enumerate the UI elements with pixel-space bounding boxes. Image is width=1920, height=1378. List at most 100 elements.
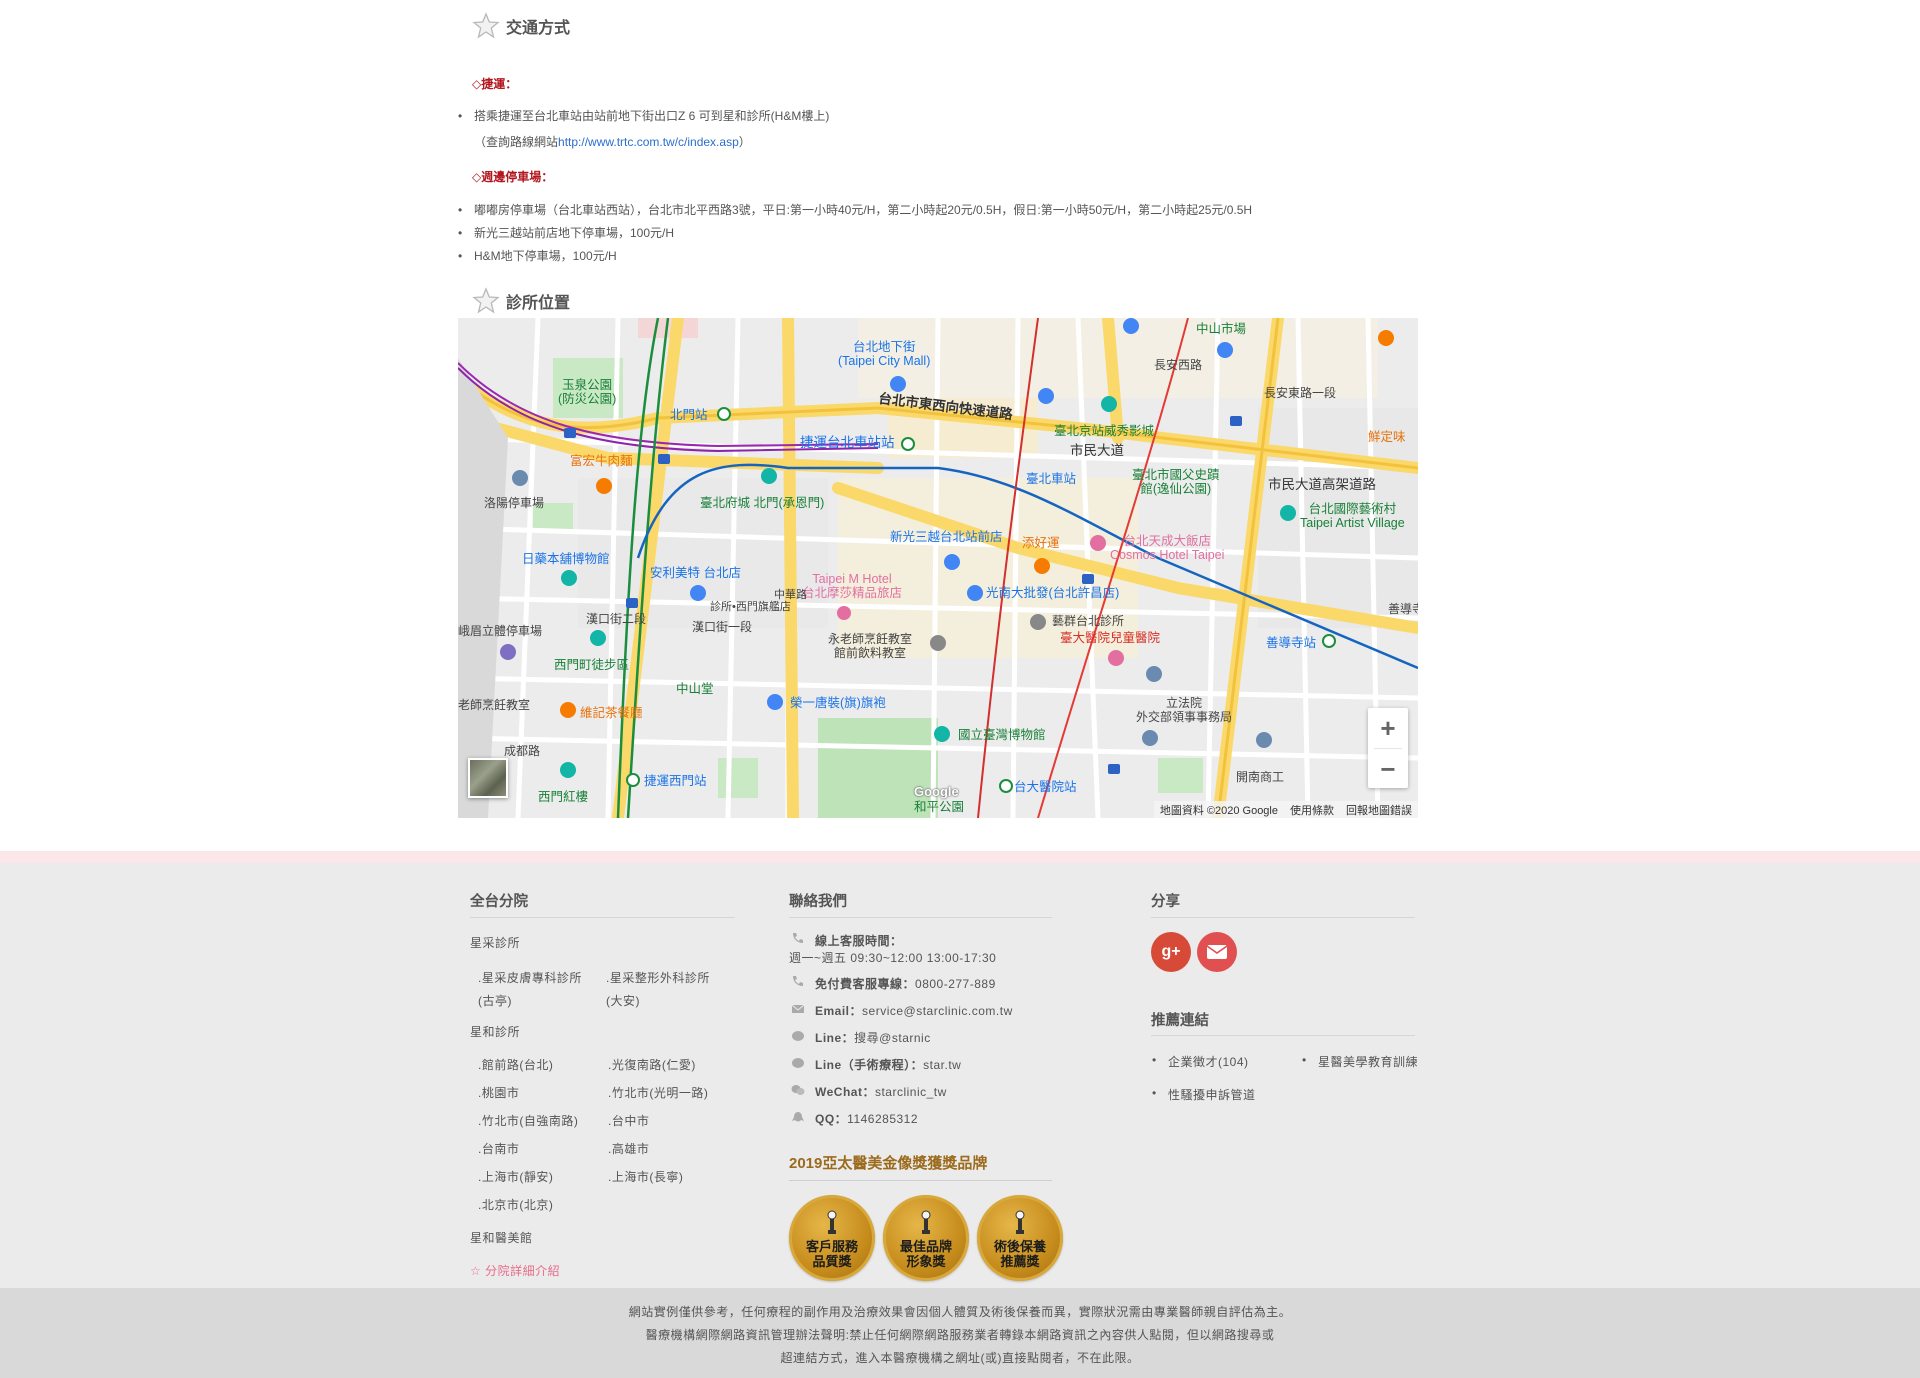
- branch-link[interactable]: .桃園市: [478, 1084, 519, 1101]
- map-report-link[interactable]: 回報地圖錯誤: [1346, 802, 1412, 818]
- map-attribution-bar: 地圖資料 ©2020 Google 使用條款 回報地圖錯誤: [1153, 801, 1418, 818]
- branch-link[interactable]: .上海市(靜安): [478, 1168, 553, 1185]
- map-label-teacher-cook[interactable]: 老師烹飪教室: [458, 698, 530, 712]
- branch-group-title: 星采診所: [470, 936, 521, 950]
- line-surgery-id[interactable]: Line（手術療程）：star.tw: [815, 1056, 961, 1073]
- branch-link[interactable]: .館前路(台北): [478, 1056, 553, 1073]
- recommended-divider: [1151, 1035, 1415, 1036]
- wechat-id[interactable]: WeChat：starclinic_tw: [815, 1083, 947, 1100]
- map-label-legislative[interactable]: 立法院 外交部領事事務局: [1136, 696, 1232, 724]
- branch-link[interactable]: .竹北市(光明一路): [608, 1084, 708, 1101]
- service-hours-label: 線上客服時間：: [815, 934, 903, 948]
- map-label-ntuh-station[interactable]: 台大醫院站: [1014, 780, 1077, 794]
- zoom-in-button[interactable]: +: [1368, 708, 1408, 748]
- map-label-yuquan-park[interactable]: 玉泉公園 (防災公園): [558, 378, 616, 406]
- map-label-arts-village[interactable]: 台北國際藝術村 Taipei Artist Village: [1300, 502, 1405, 530]
- map-label-weiji-tea[interactable]: 維記茶餐廳: [580, 706, 643, 720]
- map-label-zhongshan-market[interactable]: 中山市場: [1196, 322, 1246, 336]
- transport-title: 交通方式: [506, 20, 571, 37]
- qq-icon: [792, 1112, 804, 1122]
- map-label-guangnan[interactable]: 光南大批發(台北許昌店): [986, 586, 1119, 600]
- branch-link[interactable]: .竹北市(自強南路): [478, 1112, 578, 1129]
- mrt-heading: ◇捷運：: [472, 77, 518, 91]
- map-label-emei-parking[interactable]: 峨眉立體停車場: [458, 624, 542, 638]
- map-label-changan-rd: 長安西路: [1154, 358, 1203, 372]
- award-medal: 最佳品牌 形象獎: [883, 1195, 969, 1281]
- service-hours-value: 週一~週五 09:30~12:00 13:00-17:30: [789, 951, 997, 965]
- map-label-yonglao[interactable]: 永老師烹飪教室 館前飲料教室: [828, 632, 912, 660]
- map-label-taipei-main-mrt[interactable]: 捷運台北車站站: [800, 436, 895, 450]
- parking-heading: ◇週邊停車場：: [472, 170, 554, 184]
- map-label-ximen-mrt[interactable]: 捷運西門站: [644, 774, 707, 788]
- branch-link[interactable]: .光復南路(仁愛): [608, 1056, 696, 1073]
- map-label-rizao-museum[interactable]: 日藥本舖博物館: [522, 552, 610, 566]
- mrt-route-line: （查詢路線網站http://www.trtc.com.tw/c/index.as…: [474, 135, 751, 149]
- map-label-xingqun-clinic[interactable]: 藝群台北診所: [1052, 614, 1124, 628]
- wechat-icon: [791, 1085, 805, 1095]
- branch-link[interactable]: .高雄市: [608, 1140, 649, 1157]
- recommended-link[interactable]: 企業徵才(104): [1152, 1053, 1249, 1070]
- map-label-ximen-qipao[interactable]: 診所•西門旗艦店: [710, 600, 791, 614]
- mrt-instruction: 搭乘捷運至台北車站由站前地下街出口Z 6 可到星和診所(H&M樓上): [458, 105, 1398, 128]
- google-map[interactable]: 台北地下街 (Taipei City Mall) 玉泉公園 (防災公園) 北門站…: [458, 318, 1418, 818]
- recommended-link[interactable]: 性騷擾申訴管道: [1152, 1086, 1256, 1103]
- map-label-cosmos[interactable]: 台北天成大飯店 Cosmos Hotel Taipei: [1110, 534, 1224, 562]
- email-line[interactable]: Email：service@starclinic.com.tw: [815, 1002, 1013, 1019]
- trtc-link[interactable]: http://www.trtc.com.tw/c/index.asp: [558, 135, 739, 149]
- map-label-restaurant[interactable]: 富宏牛肉麵: [570, 454, 633, 468]
- map-label-shinkong[interactable]: 新光三越台北站前店: [890, 530, 1003, 544]
- map-label-rongyi[interactable]: 榮一唐裝(旗)旗袍: [790, 696, 886, 710]
- phone-icon: [793, 933, 803, 943]
- map-label-ximen-walk[interactable]: 西門町徒步區: [554, 658, 629, 672]
- map-label-taipei-m-hotel[interactable]: Taipei M Hotel 台北摩莎精品旅店: [802, 572, 902, 600]
- share-divider: [1151, 917, 1415, 918]
- branch-link[interactable]: .北京市(北京): [478, 1196, 553, 1213]
- map-label-hankou1: 漢口街一段: [692, 620, 753, 634]
- branch-link[interactable]: .上海市(長寧): [608, 1168, 683, 1185]
- map-label-anlimeite[interactable]: 安利美特 台北店: [650, 566, 741, 580]
- line-id[interactable]: Line：搜尋@starnic: [815, 1029, 931, 1046]
- map-label-changan-e: 長安東路一段: [1264, 386, 1337, 400]
- branch-detail-link[interactable]: ☆ 分院詳細介紹: [470, 1262, 560, 1279]
- map-label-sun-yat-sen[interactable]: 臺北市國父史蹟 館(逸仙公園): [1132, 468, 1220, 496]
- map-label-ximen-red[interactable]: 西門紅樓: [538, 790, 588, 804]
- map-terms-link[interactable]: 使用條款: [1290, 802, 1334, 818]
- map-label-zhongshan-hall[interactable]: 中山堂: [676, 682, 714, 696]
- email-share-button[interactable]: [1197, 932, 1237, 972]
- map-label-taipei-station[interactable]: 臺北車站: [1026, 472, 1076, 486]
- branch-link[interactable]: .台中市: [608, 1112, 649, 1129]
- satellite-toggle[interactable]: [468, 758, 508, 798]
- map-label-beimen-station[interactable]: 北門站: [670, 408, 708, 422]
- branch-link[interactable]: .星采整形外科診所 (大安): [606, 967, 710, 1013]
- map-label-ntm[interactable]: 國立臺灣博物館: [958, 728, 1046, 742]
- recommended-link[interactable]: 星醫美學教育訓練: [1302, 1053, 1418, 1070]
- map-label-city-mall[interactable]: 台北地下街 (Taipei City Mall): [838, 340, 930, 368]
- map-label-heping-park[interactable]: 和平公園: [914, 800, 964, 814]
- branch-link[interactable]: .星采皮膚專科診所 (古亭): [478, 967, 582, 1013]
- share-title: 分享: [1151, 894, 1180, 910]
- email-icon: [791, 1004, 805, 1013]
- zoom-out-button[interactable]: −: [1368, 749, 1408, 789]
- google-plus-share-button[interactable]: g+: [1151, 932, 1191, 972]
- map-label-tianhao[interactable]: 添好運: [1022, 536, 1060, 550]
- map-label-shandao[interactable]: 善導寺: [1388, 602, 1418, 616]
- line-chat-icon: [792, 1031, 804, 1041]
- map-label-kaifeng-school[interactable]: 開南商工: [1236, 770, 1284, 784]
- contact-title: 聯絡我們: [789, 894, 847, 910]
- map-label-shandao-station[interactable]: 善導寺站: [1266, 636, 1316, 650]
- disclaimer: 網站實例僅供參考，任何療程的副作用及治療效果會因個人體質及術後保養而異，實際狀況…: [0, 1288, 1920, 1378]
- qq-id[interactable]: QQ：1146285312: [815, 1110, 918, 1127]
- branch-link[interactable]: .台南市: [478, 1140, 519, 1157]
- star-icon: ☆: [470, 1264, 486, 1278]
- zoom-controls: + −: [1368, 708, 1408, 788]
- map-label-beimen-gate[interactable]: 臺北府城 北門(承恩門): [700, 496, 824, 510]
- map-label-luoyang-parking[interactable]: 洛陽停車場: [484, 496, 544, 510]
- map-label-xianguangwei[interactable]: 鮮定味: [1368, 430, 1406, 444]
- line-chat-icon: [792, 1058, 804, 1068]
- branches-title: 全台分院: [470, 894, 528, 910]
- transport-heading: 交通方式: [472, 11, 570, 41]
- map-label-xiushow[interactable]: 臺北京站威秀影城: [1054, 424, 1154, 438]
- map-label-ntuh-children[interactable]: 臺大醫院兒童醫院: [1060, 631, 1160, 645]
- toll-free-line[interactable]: 免付費客服專線：0800-277-889: [815, 975, 996, 992]
- star-outline-icon: [472, 12, 500, 39]
